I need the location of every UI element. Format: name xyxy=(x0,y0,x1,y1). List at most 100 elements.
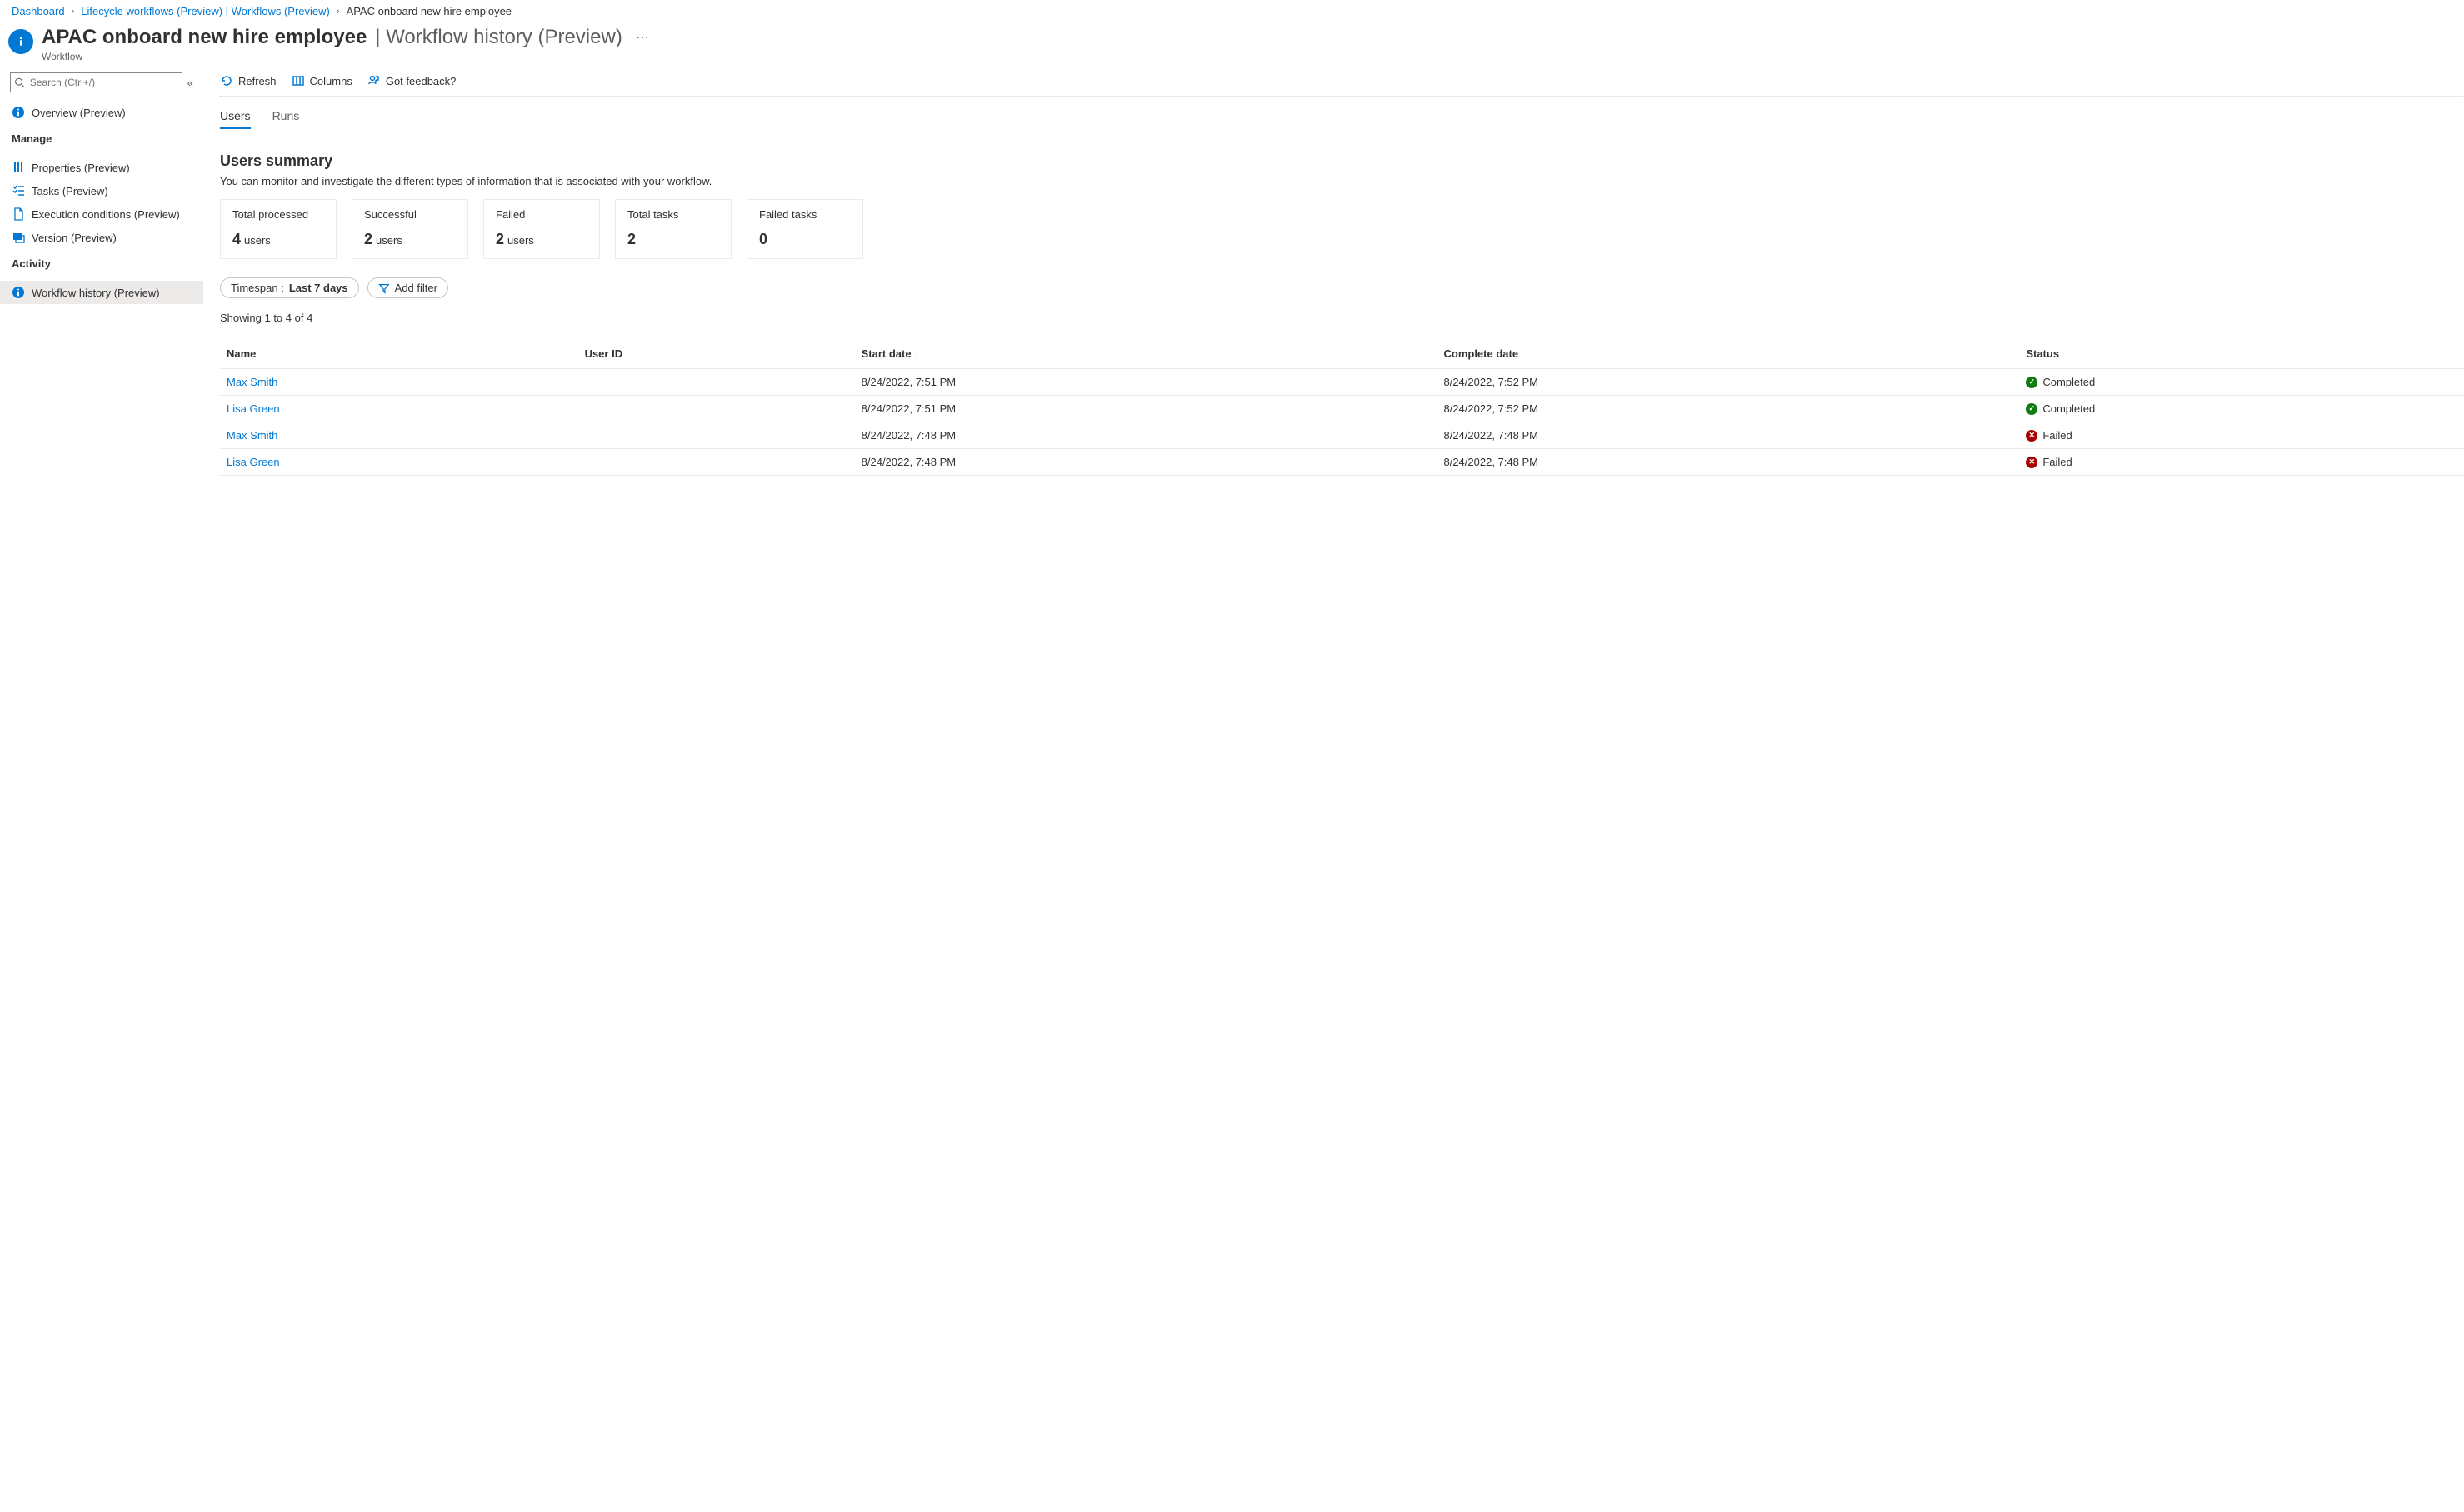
sidebar-item-execution-conditions[interactable]: Execution conditions (Preview) xyxy=(0,202,203,226)
cell-start: 8/24/2022, 7:48 PM xyxy=(855,449,1437,476)
card-value: 2 xyxy=(627,231,636,248)
card-value: 2 xyxy=(496,231,504,248)
breadcrumb-current: APAC onboard new hire employee xyxy=(347,5,512,17)
filter-label: Add filter xyxy=(395,282,437,294)
sort-desc-icon: ↓ xyxy=(915,350,920,360)
sidebar-item-properties[interactable]: Properties (Preview) xyxy=(0,156,203,179)
toolbar-label: Columns xyxy=(310,75,352,87)
filter-label: Timespan : xyxy=(231,282,284,294)
card-total-processed: Total processed 4users xyxy=(220,199,337,259)
page-subtitle: Workflow xyxy=(42,51,649,62)
card-value: 4 xyxy=(232,231,241,248)
sidebar-item-label: Execution conditions (Preview) xyxy=(32,208,180,221)
search-icon xyxy=(14,77,25,88)
search-input-wrapper[interactable] xyxy=(10,72,182,92)
cell-status: ✕Failed xyxy=(2026,456,2457,468)
results-table: Name User ID Start date↓ Complete date S… xyxy=(220,339,2464,476)
columns-icon xyxy=(292,74,305,87)
success-icon: ✓ xyxy=(2026,377,2037,388)
main-content: Refresh Columns Got feedback? Users Runs… xyxy=(203,66,2464,476)
sidebar: « Overview (Preview) Manage Properties (… xyxy=(0,66,203,476)
user-link[interactable]: Lisa Green xyxy=(227,402,280,415)
feedback-icon xyxy=(367,74,381,87)
card-label: Failed xyxy=(496,208,587,221)
feedback-button[interactable]: Got feedback? xyxy=(367,74,457,87)
col-userid[interactable]: User ID xyxy=(578,339,855,369)
card-failed: Failed 2users xyxy=(483,199,600,259)
card-label: Successful xyxy=(364,208,456,221)
tab-runs[interactable]: Runs xyxy=(272,107,300,129)
card-suffix: users xyxy=(507,234,534,247)
error-icon: ✕ xyxy=(2026,457,2037,468)
success-icon: ✓ xyxy=(2026,403,2037,415)
page-title: APAC onboard new hire employee xyxy=(42,26,367,49)
cell-status: ✓Completed xyxy=(2026,376,2457,388)
cell-complete: 8/24/2022, 7:52 PM xyxy=(1437,369,2019,396)
cell-userid xyxy=(578,422,855,449)
cell-complete: 8/24/2022, 7:48 PM xyxy=(1437,422,2019,449)
user-link[interactable]: Max Smith xyxy=(227,429,277,442)
card-suffix: users xyxy=(376,234,402,247)
cell-complete: 8/24/2022, 7:48 PM xyxy=(1437,449,2019,476)
card-label: Total tasks xyxy=(627,208,719,221)
table-row: Max Smith8/24/2022, 7:48 PM8/24/2022, 7:… xyxy=(220,422,2464,449)
cell-status: ✓Completed xyxy=(2026,402,2457,415)
table-row: Lisa Green 8/24/2022, 7:48 PM8/24/2022, 7… xyxy=(220,449,2464,476)
card-value: 2 xyxy=(364,231,372,248)
cell-userid xyxy=(578,449,855,476)
info-icon xyxy=(12,286,25,299)
search-input[interactable] xyxy=(28,76,178,89)
properties-icon xyxy=(12,161,25,174)
sidebar-item-version[interactable]: Version (Preview) xyxy=(0,226,203,249)
breadcrumb-dashboard[interactable]: Dashboard xyxy=(12,5,65,17)
cell-start: 8/24/2022, 7:51 PM xyxy=(855,369,1437,396)
user-link[interactable]: Max Smith xyxy=(227,376,277,388)
document-icon xyxy=(12,207,25,221)
summary-cards: Total processed 4users Successful 2users… xyxy=(220,199,2464,259)
page-title-suffix: | Workflow history (Preview) xyxy=(375,26,622,49)
version-icon xyxy=(12,231,25,244)
chevron-right-icon: › xyxy=(72,7,75,17)
error-icon: ✕ xyxy=(2026,430,2037,442)
chevron-right-icon: › xyxy=(337,7,340,17)
breadcrumb-lifecycle[interactable]: Lifecycle workflows (Preview) | Workflow… xyxy=(81,5,330,17)
sidebar-item-tasks[interactable]: Tasks (Preview) xyxy=(0,179,203,202)
tabs: Users Runs xyxy=(220,97,2464,129)
cell-userid xyxy=(578,369,855,396)
filter-icon xyxy=(378,282,390,294)
user-link[interactable]: Lisa Green xyxy=(227,456,280,468)
columns-button[interactable]: Columns xyxy=(292,74,352,87)
tasks-icon xyxy=(12,184,25,197)
sidebar-item-label: Version (Preview) xyxy=(32,232,117,244)
page-header: APAC onboard new hire employee | Workflo… xyxy=(0,21,2464,66)
card-successful: Successful 2 users xyxy=(352,199,468,259)
filter-timespan[interactable]: Timespan : Last 7 days xyxy=(220,277,359,298)
col-completedate[interactable]: Complete date xyxy=(1437,339,2019,369)
table-row: Max Smith 8/24/2022, 7:51 PM8/24/2022, 7:… xyxy=(220,369,2464,396)
sidebar-item-label: Properties (Preview) xyxy=(32,162,130,174)
sidebar-item-workflow-history[interactable]: Workflow history (Preview) xyxy=(0,281,203,304)
col-startdate[interactable]: Start date↓ xyxy=(855,339,1437,369)
info-icon xyxy=(8,29,33,54)
card-label: Total processed xyxy=(232,208,324,221)
cell-status: ✕Failed xyxy=(2026,429,2457,442)
refresh-button[interactable]: Refresh xyxy=(220,74,277,87)
toolbar-label: Got feedback? xyxy=(386,75,457,87)
sidebar-group-activity: Activity xyxy=(0,249,203,273)
filter-bar: Timespan : Last 7 days Add filter xyxy=(220,277,2464,298)
col-status[interactable]: Status xyxy=(2019,339,2464,369)
table-header-row: Name User ID Start date↓ Complete date S… xyxy=(220,339,2464,369)
collapse-sidebar-icon[interactable]: « xyxy=(187,77,193,89)
info-icon xyxy=(12,106,25,119)
card-label: Failed tasks xyxy=(759,208,851,221)
sidebar-item-overview[interactable]: Overview (Preview) xyxy=(0,101,203,124)
cell-start: 8/24/2022, 7:51 PM xyxy=(855,396,1437,422)
add-filter-button[interactable]: Add filter xyxy=(367,277,448,298)
card-suffix: users xyxy=(244,234,271,247)
table-row: Lisa Green8/24/2022, 7:51 PM8/24/2022, 7… xyxy=(220,396,2464,422)
more-icon[interactable]: ⋯ xyxy=(636,29,649,46)
col-name[interactable]: Name xyxy=(220,339,578,369)
tab-users[interactable]: Users xyxy=(220,107,251,129)
sidebar-item-label: Workflow history (Preview) xyxy=(32,287,160,299)
breadcrumb: Dashboard › Lifecycle workflows (Preview… xyxy=(0,0,2464,21)
